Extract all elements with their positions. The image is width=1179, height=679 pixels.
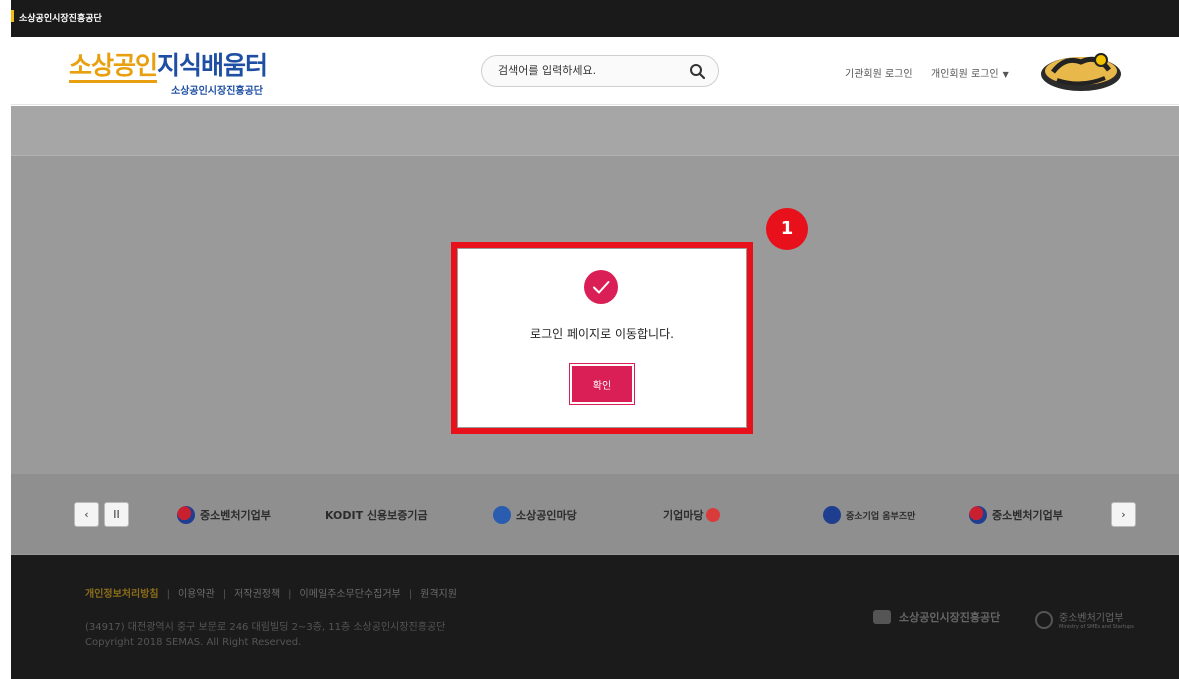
alert-modal: 로그인 페이지로 이동합니다. 확인: [458, 249, 746, 427]
footer-separator: |: [166, 589, 170, 600]
org-name: 소상공인시장진흥공단: [19, 14, 102, 24]
partner-logo-ombudsman[interactable]: 중소기업 옴부즈만: [823, 504, 915, 526]
footer-separator: |: [288, 589, 292, 600]
footer-links: 개인정보처리방침 | 이용약관 | 저작권정책 | 이메일주소무단수집거부 | 원격지원: [85, 585, 457, 600]
promo-badge-icon[interactable]: [1035, 48, 1127, 94]
footer-brand-semas: 소상공인시장진흥공단: [873, 609, 1000, 625]
page-frame: 소상공인시장진흥공단 소상공인지식배움터 소상공인시장진흥공단 기관회원 로그인…: [11, 0, 1179, 679]
partner-logo-sbiz[interactable]: 소상공인마당: [493, 504, 577, 526]
partner-logo-label: 중소벤처기업부: [200, 509, 271, 522]
footer-address: (34917) 대전광역시 중구 보문로 246 대림빌딩 2~3층, 11층 …: [85, 622, 446, 633]
taegeuk-icon: [177, 506, 195, 524]
footer-brand-sub: Ministry of SMEs and Startups: [1059, 624, 1134, 630]
footer-separator: |: [222, 589, 227, 600]
footer-link-terms[interactable]: 이용약관: [178, 589, 215, 600]
footer-separator: |: [408, 589, 413, 600]
partner-logo-label: 기업마당: [663, 509, 704, 522]
footer-link-remote[interactable]: 원격지원: [420, 589, 457, 600]
search-icon[interactable]: [688, 62, 708, 82]
partner-logo-mss-2[interactable]: 중소벤처기업부: [969, 504, 1063, 526]
modal-message: 로그인 페이지로 이동합니다.: [530, 327, 674, 341]
site-logo[interactable]: 소상공인지식배움터: [69, 46, 268, 83]
ombudsman-icon: [823, 506, 841, 524]
top-bar: 소상공인시장진흥공단: [11, 0, 1179, 37]
personal-login-link[interactable]: 개인회원 로그인 ▼: [931, 65, 1009, 80]
site-header: 소상공인지식배움터 소상공인시장진흥공단 기관회원 로그인 개인회원 로그인▼: [11, 37, 1179, 105]
logo-part1: 소상공인: [69, 51, 158, 83]
confirm-button[interactable]: 확인: [569, 363, 635, 405]
check-circle-icon: [584, 270, 618, 304]
institution-login-link[interactable]: 기관회원 로그인: [845, 65, 913, 80]
org-mark-icon: [11, 10, 14, 22]
sub-nav-band: [11, 106, 1179, 156]
footer-brand2-text: 중소벤처기업부 Ministry of SMEs and Startups: [1059, 609, 1134, 630]
taegeuk-icon: [969, 506, 987, 524]
footer-link-copyright[interactable]: 저작권정책: [234, 589, 280, 600]
footer-link-privacy[interactable]: 개인정보처리방침: [85, 589, 159, 600]
partner-prev-button[interactable]: ‹: [74, 502, 99, 527]
footer-brand-label: 중소벤처기업부: [1059, 613, 1124, 624]
partner-logo-bizinfo[interactable]: 기업마당: [663, 504, 725, 526]
sbiz-icon: [493, 506, 511, 524]
footer-link-email[interactable]: 이메일주소무단수집거부: [300, 589, 401, 600]
chevron-down-icon: ▼: [1002, 70, 1009, 79]
taegeuk-icon: [1035, 610, 1053, 629]
partner-banner: ‹ II 중소벤처기업부 KODIT 신용보증기금 소상공인마당 기업마당 중소…: [11, 474, 1179, 554]
footer-brand-label: 소상공인시장진흥공단: [899, 611, 1001, 624]
semas-logo-icon: [873, 610, 891, 624]
search-input[interactable]: [498, 64, 678, 77]
logo-subtitle: 소상공인시장진흥공단: [171, 86, 263, 97]
partner-next-button[interactable]: ›: [1111, 502, 1136, 527]
search-box: [481, 55, 719, 87]
personal-login-label: 개인회원 로그인: [931, 69, 999, 80]
partner-logo-mss[interactable]: 중소벤처기업부: [177, 504, 271, 526]
partner-logo-label: 중소벤처기업부: [992, 509, 1063, 522]
partner-pause-button[interactable]: II: [104, 502, 129, 527]
footer-brand-mss: 중소벤처기업부 Ministry of SMEs and Startups: [1035, 609, 1134, 630]
logo-part2: 지식배움터: [157, 51, 268, 80]
partner-logo-label: 중소기업 옴부즈만: [846, 511, 916, 522]
partner-logo-kodit[interactable]: KODIT 신용보증기금: [325, 504, 428, 526]
bizinfo-icon: [706, 508, 721, 522]
footer-copyright: Copyright 2018 SEMAS. All Right Reserved…: [85, 637, 302, 648]
step-number-badge: 1: [766, 208, 808, 250]
partner-logo-label: 소상공인마당: [516, 509, 577, 522]
partner-logo-label: KODIT 신용보증기금: [325, 509, 428, 522]
site-footer: 개인정보처리방침 | 이용약관 | 저작권정책 | 이메일주소무단수집거부 | 원격지원 (34…: [11, 555, 1179, 679]
